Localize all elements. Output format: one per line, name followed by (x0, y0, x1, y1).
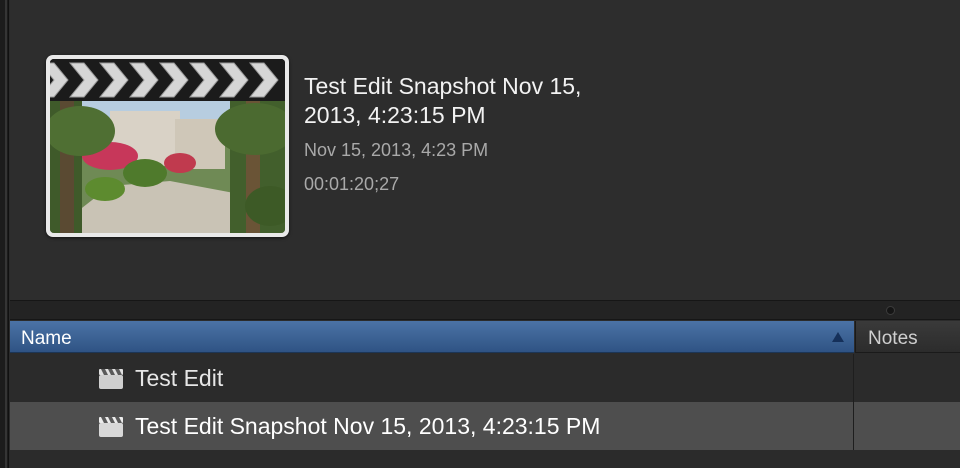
project-thumbnail[interactable] (46, 55, 289, 237)
notes-cell (853, 402, 854, 450)
list-row-selected[interactable]: Test Edit Snapshot Nov 15, 2013, 4:23:15… (10, 402, 960, 450)
left-panel-edge (0, 0, 9, 468)
divider-handle-icon[interactable] (886, 306, 895, 315)
list-row-label: Test Edit Snapshot Nov 15, 2013, 4:23:15… (135, 413, 601, 439)
project-title: Test Edit Snapshot Nov 15, 2013, 4:23:15… (304, 73, 582, 128)
thumbnail-image (50, 59, 285, 233)
column-header-notes[interactable]: Notes (855, 321, 960, 353)
clapperboard-icon (99, 417, 123, 437)
column-header-name-label: Name (21, 328, 72, 349)
list-row-label: Test Edit (135, 365, 224, 391)
clapperboard-stripes (50, 59, 285, 101)
list-row[interactable]: Test Edit (10, 354, 960, 402)
sort-ascending-icon[interactable] (832, 332, 844, 342)
column-header-name[interactable]: Name (10, 321, 854, 353)
project-date: Nov 15, 2013, 4:23 PM (304, 140, 489, 160)
list-row-partial[interactable] (10, 450, 960, 468)
column-header-notes-label: Notes (868, 328, 918, 349)
split-divider[interactable] (10, 300, 960, 320)
clapperboard-icon (99, 369, 123, 389)
notes-cell (853, 354, 854, 402)
garden-photo (50, 101, 285, 233)
list-column-header: Name Notes (10, 321, 960, 353)
project-duration: 00:01:20;27 (304, 174, 400, 194)
